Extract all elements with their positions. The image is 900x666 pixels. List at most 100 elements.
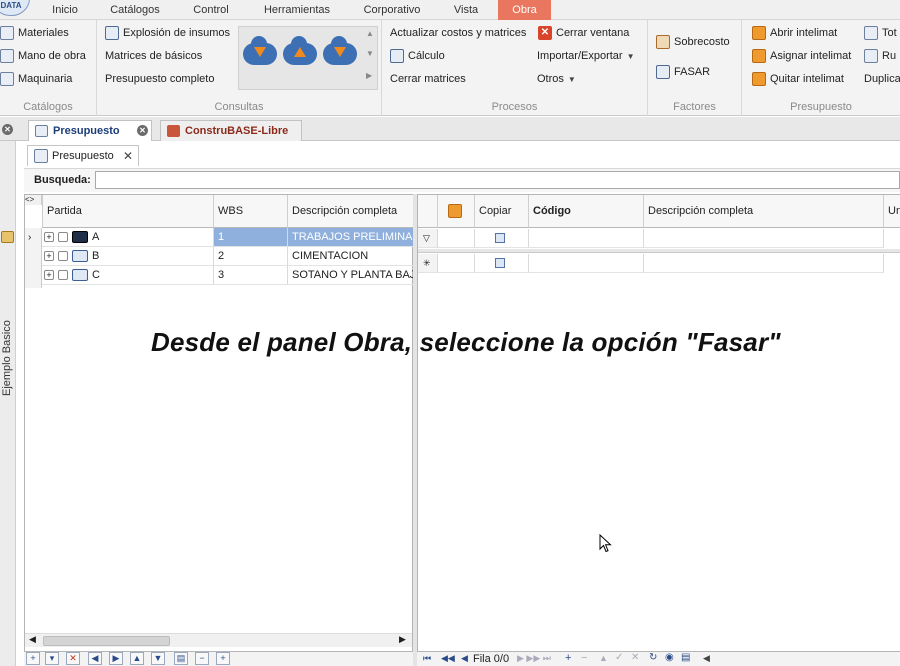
delete-icon[interactable]: − xyxy=(581,652,587,664)
checkbox[interactable] xyxy=(58,251,68,262)
ru-button[interactable]: Ru xyxy=(864,47,896,65)
insert-icon[interactable]: + xyxy=(565,652,571,664)
wbs-cell[interactable]: 1 xyxy=(214,228,288,247)
filter-cell[interactable] xyxy=(438,229,475,248)
matrices-basicos-button[interactable]: Matrices de básicos xyxy=(105,47,202,65)
cerrar-ventana-button[interactable]: ✕ Cerrar ventana xyxy=(538,24,629,42)
filter-icon[interactable]: ▾ xyxy=(45,652,59,665)
menu-vista[interactable]: Vista xyxy=(442,0,490,20)
table-row[interactable]: + B 2 CIMENTACION xyxy=(42,247,414,266)
cerrar-matrices-button[interactable]: Cerrar matrices xyxy=(390,70,466,88)
abrir-intelimat-button[interactable]: Abrir intelimat xyxy=(752,24,837,42)
horizontal-scrollbar[interactable]: ◀ ▶ xyxy=(25,633,412,647)
col-descripcion-completa[interactable]: Descripción completa xyxy=(644,195,884,228)
prev-record-icon[interactable]: ◀ xyxy=(461,653,468,664)
print-icon[interactable]: ▤ xyxy=(174,652,188,665)
tot-button[interactable]: Tot xyxy=(864,24,897,42)
side-panel-strip[interactable]: Ejemplo Basico xyxy=(0,141,16,666)
calculo-button[interactable]: Cálculo xyxy=(390,47,445,65)
search-input[interactable] xyxy=(95,171,900,189)
asignar-intelimat-button[interactable]: Asignar intelimat xyxy=(752,47,851,65)
table-row[interactable]: + C 3 SOTANO Y PLANTA BAJA xyxy=(42,266,414,285)
col-intelimat[interactable] xyxy=(438,195,475,228)
book-icon[interactable] xyxy=(1,231,14,243)
side-panel-label[interactable]: Ejemplo Basico xyxy=(1,320,15,396)
quitar-intelimat-button[interactable]: Quitar intelimat xyxy=(752,70,844,88)
tab-construbase[interactable]: ConstruBASE-Libre xyxy=(160,120,302,141)
col-partida[interactable]: Partida xyxy=(42,195,214,228)
wbs-cell[interactable]: 2 xyxy=(214,247,288,266)
bookmark-icon[interactable]: ◉ xyxy=(665,652,674,663)
filter-copiar-cell[interactable] xyxy=(475,229,529,248)
explosion-insumos-button[interactable]: Explosión de insumos xyxy=(105,24,230,42)
delete-row-icon[interactable]: ✕ xyxy=(66,652,80,665)
expand-icon[interactable]: + xyxy=(44,270,54,281)
checkbox[interactable] xyxy=(58,270,68,281)
presupuesto-completo-button[interactable]: Presupuesto completo xyxy=(105,70,214,88)
gallery-scroll-down-icon[interactable]: ▼ xyxy=(366,49,374,58)
col-unidad[interactable]: Un xyxy=(884,195,900,228)
descripcion-cell[interactable]: TRABAJOS PRELIMINARES xyxy=(288,228,414,247)
col-copiar[interactable]: Copiar xyxy=(475,195,529,228)
scroll-left-icon[interactable]: ◀ xyxy=(703,653,710,664)
sobrecosto-button[interactable]: Sobrecosto xyxy=(656,33,730,51)
collapse-icon[interactable]: − xyxy=(195,652,209,665)
col-descripcion[interactable]: Descripción completa xyxy=(288,195,414,228)
checkbox[interactable] xyxy=(495,258,505,268)
expand-all-icon[interactable]: + xyxy=(216,652,230,665)
descripcion-cell[interactable]: SOTANO Y PLANTA BAJA xyxy=(288,266,414,285)
otros-dropdown[interactable]: Otros ▼ xyxy=(537,70,576,88)
app-logo[interactable]: DATA xyxy=(0,0,30,16)
scroll-thumb[interactable] xyxy=(43,636,170,646)
close-tab-icon[interactable]: ✕ xyxy=(137,125,148,136)
print-icon[interactable]: ▤ xyxy=(681,652,690,663)
cloud-sync-icon[interactable] xyxy=(323,36,357,65)
maquinaria-button[interactable]: Maquinaria xyxy=(0,70,72,88)
close-icon[interactable]: ✕ xyxy=(123,146,133,166)
move-right-icon[interactable]: ▶ xyxy=(109,652,123,665)
move-up-icon[interactable]: ▲ xyxy=(130,652,144,665)
filter-descripcion-cell[interactable] xyxy=(644,229,884,248)
cloud-download-icon[interactable] xyxy=(243,36,277,65)
column-chooser-button[interactable]: <> xyxy=(25,195,42,205)
prev-page-icon[interactable]: ◀◀ xyxy=(441,653,455,664)
duplicar-button[interactable]: Duplica xyxy=(864,70,900,88)
menu-catalogos[interactable]: Catálogos xyxy=(100,0,170,20)
col-codigo[interactable]: Código xyxy=(529,195,644,228)
expand-icon[interactable]: + xyxy=(44,251,54,262)
first-record-icon[interactable]: ⏮ xyxy=(423,653,431,664)
edit-icon[interactable]: ▲ xyxy=(599,653,608,663)
fasar-button[interactable]: FASAR xyxy=(656,63,710,81)
importar-exportar-dropdown[interactable]: Importar/Exportar ▼ xyxy=(537,47,635,65)
cloud-upload-icon[interactable] xyxy=(283,36,317,65)
subtab-presupuesto[interactable]: Presupuesto ✕ xyxy=(27,145,139,166)
menu-control[interactable]: Control xyxy=(180,0,242,20)
close-panel-icon[interactable]: ✕ xyxy=(2,124,13,135)
materiales-button[interactable]: Materiales xyxy=(0,24,69,42)
expand-icon[interactable]: + xyxy=(44,232,54,243)
wbs-cell[interactable]: 3 xyxy=(214,266,288,285)
col-wbs[interactable]: WBS xyxy=(214,195,288,228)
gallery-expand-icon[interactable]: ▶ xyxy=(366,71,372,80)
checkbox[interactable] xyxy=(495,233,505,243)
move-left-icon[interactable]: ◀ xyxy=(88,652,102,665)
mano-de-obra-button[interactable]: Mano de obra xyxy=(0,47,86,65)
scroll-left-icon[interactable]: ◀ xyxy=(29,634,36,645)
new-row-cell[interactable] xyxy=(438,254,475,273)
scroll-right-icon[interactable]: ▶ xyxy=(399,634,406,645)
table-row[interactable]: +A 1 TRABAJOS PRELIMINARES xyxy=(42,228,414,247)
menu-inicio[interactable]: Inicio xyxy=(40,0,90,20)
refresh-icon[interactable]: ↻ xyxy=(649,652,657,663)
tab-presupuesto[interactable]: Presupuesto ✕ xyxy=(28,120,152,141)
descripcion-cell[interactable]: CIMENTACION xyxy=(288,247,414,266)
new-row-descripcion-cell[interactable] xyxy=(644,254,884,273)
menu-obra[interactable]: Obra xyxy=(498,0,551,20)
move-down-icon[interactable]: ▼ xyxy=(151,652,165,665)
checkbox[interactable] xyxy=(58,232,68,243)
new-row-copiar-cell[interactable] xyxy=(475,254,529,273)
add-row-icon[interactable]: + xyxy=(26,652,40,665)
menu-corporativo[interactable]: Corporativo xyxy=(352,0,432,20)
cloud-gallery[interactable]: ▲ ▼ ▶ xyxy=(238,26,378,90)
post-icon[interactable]: ✓ xyxy=(615,652,623,663)
gallery-scroll-up-icon[interactable]: ▲ xyxy=(366,29,374,38)
